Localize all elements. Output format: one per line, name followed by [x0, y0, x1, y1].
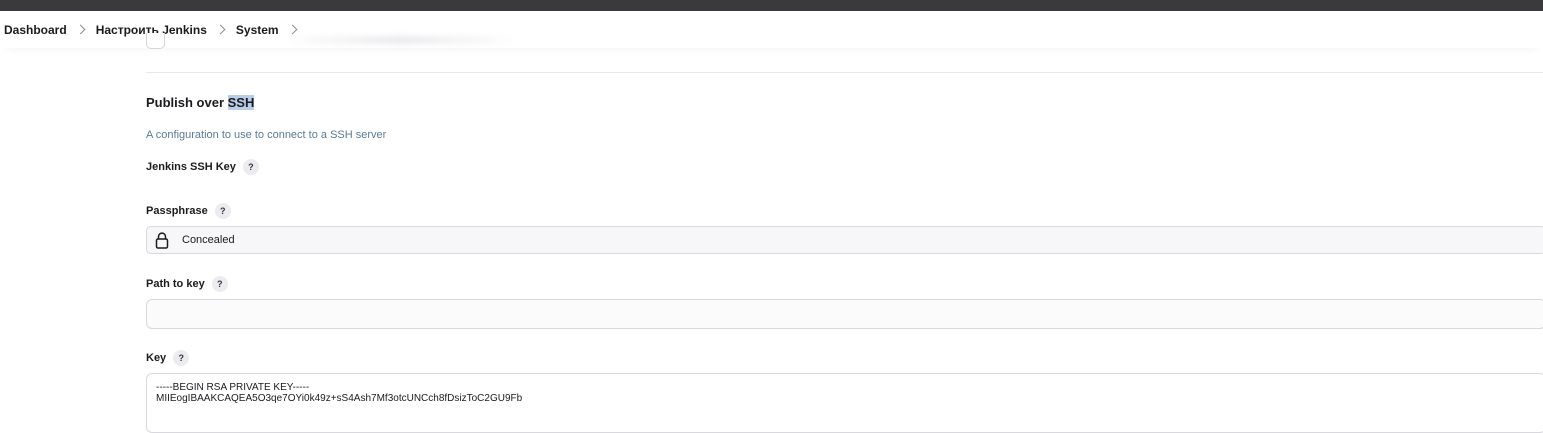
chevron-right-icon[interactable]	[287, 24, 298, 35]
help-icon[interactable]: ?	[214, 203, 231, 219]
section-divider	[146, 72, 1543, 73]
lock-icon[interactable]	[155, 231, 169, 249]
breadcrumb-dashboard[interactable]: Dashboard	[4, 23, 67, 37]
section-title-prefix: Publish over	[146, 95, 228, 110]
section-title-highlight: SSH	[227, 95, 255, 110]
jenkins-ssh-key-label-text: Jenkins SSH Key	[146, 161, 236, 173]
help-icon[interactable]: ?	[242, 159, 259, 175]
passphrase-label: Passphrase ?	[146, 203, 231, 219]
chevron-right-icon	[215, 24, 226, 35]
help-icon[interactable]: ?	[173, 350, 190, 366]
breadcrumb-system[interactable]: System	[236, 23, 279, 37]
help-icon[interactable]: ?	[211, 276, 228, 292]
breadcrumb: Dashboard Настроить Jenkins System	[0, 11, 1543, 48]
key-textarea[interactable]: -----BEGIN RSA PRIVATE KEY----- MIIEogIB…	[146, 373, 1543, 433]
key-label-text: Key	[146, 352, 167, 364]
jenkins-ssh-key-label: Jenkins SSH Key ?	[146, 159, 259, 175]
breadcrumb-overflow-fade	[280, 36, 520, 44]
key-label: Key ?	[146, 350, 190, 366]
top-bar	[0, 0, 1543, 11]
passphrase-value: Concealed	[182, 234, 235, 246]
passphrase-concealed-field[interactable]: Concealed	[146, 226, 1543, 254]
chevron-right-icon	[75, 24, 86, 35]
path-to-key-label: Path to key ?	[146, 276, 228, 292]
checkbox-stub[interactable]	[146, 33, 165, 49]
section-title: Publish over SSH	[146, 95, 255, 110]
path-to-key-label-text: Path to key	[146, 278, 205, 290]
passphrase-label-text: Passphrase	[146, 205, 208, 217]
section-description: A configuration to use to connect to a S…	[146, 129, 387, 141]
path-to-key-input[interactable]	[146, 299, 1543, 329]
